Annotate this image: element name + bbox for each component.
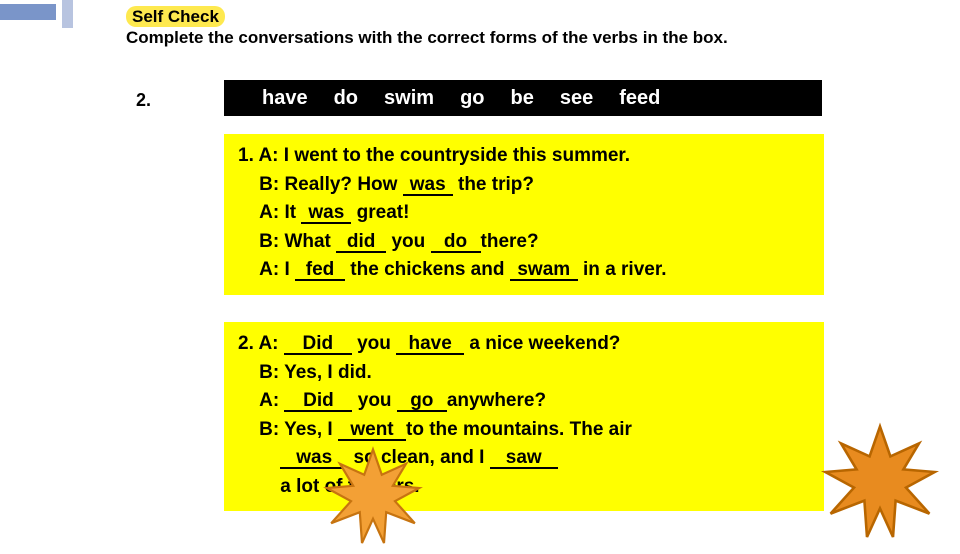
accent-bar-2 [62, 0, 73, 28]
accent-bars [0, 0, 73, 28]
text: you [358, 390, 392, 411]
text: B: What [259, 231, 331, 252]
conversation-1: 1. A: I went to the countryside this sum… [224, 134, 824, 295]
conv-num: 1. [238, 145, 254, 166]
verb-item: feed [619, 87, 660, 110]
text: you [391, 231, 425, 252]
verb-box: have do swim go be see feed [224, 80, 822, 116]
blank-answer: saw [490, 448, 558, 469]
conversation-2: 2. A: Did you have a nice weekend? B: Ye… [224, 322, 824, 511]
text: anywhere? [447, 390, 546, 411]
text: in a river. [583, 259, 666, 280]
blank-answer: have [396, 334, 464, 355]
blank-answer: did [336, 232, 386, 253]
text: so clean, and I [354, 447, 485, 468]
text: A: I [259, 259, 290, 280]
blank-answer: go [397, 391, 447, 412]
text: you [357, 333, 391, 354]
text: A: [259, 390, 279, 411]
verb-item: swim [384, 87, 434, 110]
blank-answer: do [431, 232, 481, 253]
text: B: Yes, I [259, 419, 333, 440]
title-highlight: Self Check [126, 6, 225, 27]
verb-item: have [262, 87, 308, 110]
instruction-text: Complete the conversations with the corr… [126, 28, 728, 47]
text: there? [481, 231, 539, 252]
blank-answer: was [403, 175, 453, 196]
header: Self Check Complete the conversations wi… [126, 6, 728, 49]
blank-answer: Did [284, 391, 352, 412]
blank-answer: swam [510, 260, 578, 281]
blank-answer: fed [295, 260, 345, 281]
text: great! [357, 202, 410, 223]
text: a nice weekend? [469, 333, 620, 354]
blank-answer: was [301, 203, 351, 224]
text: to the mountains. The air [406, 419, 632, 440]
text: the trip? [458, 174, 534, 195]
verb-item: go [460, 87, 484, 110]
verb-item: see [560, 87, 593, 110]
text: B: Really? How [259, 174, 397, 195]
conv-num: 2. [238, 333, 254, 354]
verb-item: be [511, 87, 534, 110]
blank-answer: went [338, 420, 406, 441]
blank-answer: Did [284, 334, 352, 355]
question-number: 2. [136, 90, 151, 111]
text: the chickens and [350, 259, 504, 280]
text: a lot of flowers. [280, 476, 419, 497]
accent-bar-1 [0, 4, 56, 20]
text: A: It [259, 202, 296, 223]
verb-item: do [334, 87, 358, 110]
text: B: Yes, I did. [259, 362, 372, 383]
text: A: I went to the countryside this summer… [258, 145, 630, 166]
text: A: [258, 333, 278, 354]
blank-answer: was [280, 448, 348, 469]
